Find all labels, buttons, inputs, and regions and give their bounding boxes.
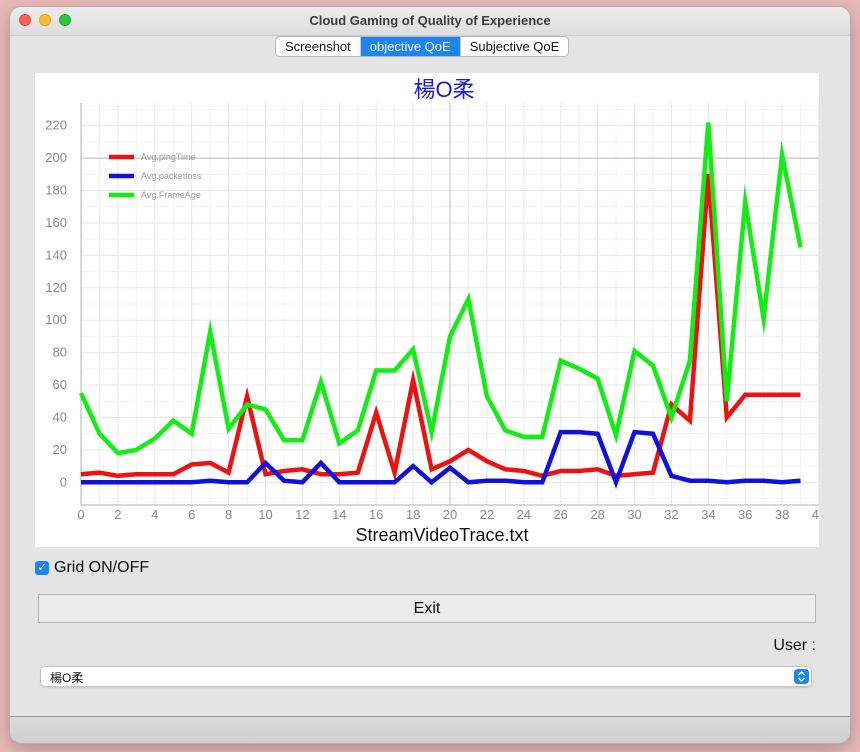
x-tick-label: 24 bbox=[517, 507, 531, 522]
tab-objective-qoe[interactable]: objective QoE bbox=[360, 37, 461, 56]
y-tick-label: 140 bbox=[45, 247, 67, 262]
x-tick-label: 8 bbox=[225, 507, 232, 522]
y-tick-label: 160 bbox=[45, 215, 67, 230]
user-select[interactable]: 楊O柔 bbox=[40, 666, 812, 687]
x-tick-label: 34 bbox=[701, 507, 715, 522]
grid-toggle-row[interactable]: ✓ Grid ON/OFF bbox=[35, 559, 149, 577]
y-tick-label: 40 bbox=[53, 409, 67, 424]
x-tick-label: 40 bbox=[812, 507, 819, 522]
chart-svg: 0204060801001201401601802002200 2 4 6 8 10 12 1… bbox=[45, 77, 826, 545]
x-tick-label: 0 bbox=[77, 507, 84, 522]
tab-bar: Screenshot objective QoE Subjective QoE bbox=[275, 36, 570, 57]
x-tick-label: 14 bbox=[332, 507, 346, 522]
x-tick-label: 12 bbox=[295, 507, 309, 522]
grid-checkbox-label: Grid ON/OFF bbox=[54, 559, 150, 576]
y-tick-label: 220 bbox=[45, 118, 67, 133]
chart-title: 楊O柔 bbox=[413, 77, 474, 102]
x-axis-label: StreamVideoTrace.txt bbox=[355, 525, 528, 545]
qoe-chart: 0 20 40 60 80 100 120 140 160 180 200 220 0 2 4 6 8 10 12 1… bbox=[35, 73, 826, 547]
x-tick-label: 22 bbox=[480, 507, 494, 522]
y-tick-label: 120 bbox=[45, 280, 67, 295]
legend-label: Avg.FrameAge bbox=[141, 190, 201, 200]
x-tick-label: 38 bbox=[775, 507, 789, 522]
tab-subjective-qoe[interactable]: Subjective QoE bbox=[461, 37, 569, 56]
bottom-bar bbox=[10, 717, 850, 743]
x-tick-label: 16 bbox=[369, 507, 383, 522]
user-label: User : bbox=[773, 637, 816, 654]
legend-label: Avg.packetloss bbox=[141, 171, 202, 181]
x-tick-label: 18 bbox=[406, 507, 420, 522]
select-stepper-icon[interactable] bbox=[794, 669, 809, 684]
x-tick-label: 28 bbox=[590, 507, 604, 522]
grid-checkbox[interactable]: ✓ bbox=[35, 561, 49, 575]
exit-button[interactable]: Exit bbox=[38, 594, 816, 623]
app-window: Cloud Gaming of Quality of Experience Sc… bbox=[10, 7, 850, 743]
y-tick-label: 60 bbox=[53, 377, 67, 392]
y-tick-label: 20 bbox=[53, 442, 67, 457]
series-line-avg-packetloss bbox=[81, 429, 801, 489]
tab-screenshot[interactable]: Screenshot bbox=[276, 37, 361, 56]
y-tick-label: 200 bbox=[45, 150, 67, 165]
y-tick-label: 0 bbox=[60, 474, 67, 489]
x-tick-label: 10 bbox=[258, 507, 272, 522]
user-select-value: 楊O柔 bbox=[50, 671, 84, 685]
x-tick-label: 30 bbox=[627, 507, 641, 522]
x-tick-label: 26 bbox=[553, 507, 567, 522]
x-tick-label: 2 bbox=[114, 507, 121, 522]
legend-label: Avg.pingTime bbox=[141, 152, 196, 162]
x-tick-label: 20 bbox=[443, 507, 457, 522]
y-tick-label: 80 bbox=[53, 345, 67, 360]
y-tick-label: 180 bbox=[45, 183, 67, 198]
title-bar: Cloud Gaming of Quality of Experience bbox=[10, 7, 850, 36]
window-title: Cloud Gaming of Quality of Experience bbox=[309, 13, 551, 28]
x-tick-label: 36 bbox=[738, 507, 752, 522]
x-tick-label: 32 bbox=[664, 507, 678, 522]
y-tick-label: 100 bbox=[45, 312, 67, 327]
x-tick-label: 6 bbox=[188, 507, 195, 522]
x-tick-label: 4 bbox=[151, 507, 158, 522]
